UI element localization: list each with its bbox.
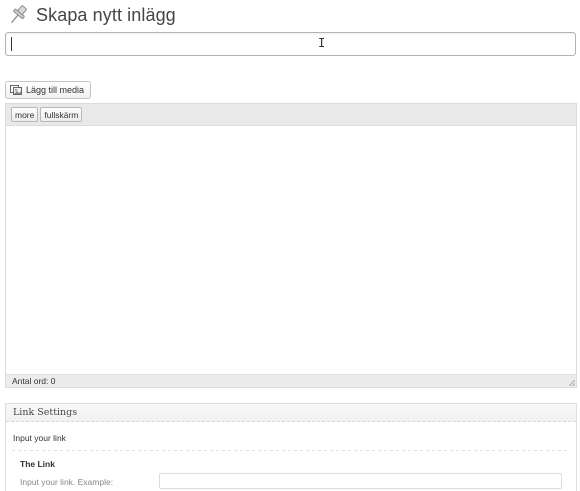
ibeam-cursor-icon: I: [318, 36, 326, 50]
link-section-label: Input your link: [13, 433, 66, 443]
link-field-row: Input your link. Example:: [6, 473, 576, 491]
post-title-input[interactable]: [5, 32, 576, 56]
link-field-description: Input your link. Example:: [20, 477, 114, 487]
page-header: Skapa nytt inlägg: [6, 2, 176, 28]
media-icon: [10, 85, 22, 95]
text-caret: [11, 37, 12, 51]
link-settings-box: Link Settings Input your link The Link I…: [5, 403, 577, 491]
fullscreen-button[interactable]: fullskärm: [40, 107, 83, 122]
resize-handle-icon[interactable]: [569, 380, 575, 386]
editor-toolbar: more fullskärm: [6, 104, 576, 126]
add-media-label: Lägg till media: [26, 85, 85, 95]
page-title: Skapa nytt inlägg: [36, 4, 176, 25]
post-editor: more fullskärm Antal ord: 0: [5, 103, 577, 388]
pushpin-icon: [6, 3, 30, 27]
more-button[interactable]: more: [11, 107, 39, 122]
editor-status-bar: Antal ord: 0: [6, 374, 576, 387]
editor-content-area[interactable]: [6, 126, 576, 374]
link-settings-title[interactable]: Link Settings: [6, 404, 576, 422]
word-count: Antal ord: 0: [12, 376, 56, 386]
link-input[interactable]: [159, 473, 562, 489]
add-media-button[interactable]: Lägg till media: [5, 81, 92, 99]
new-post-page: Skapa nytt inlägg I Lägg till media more…: [0, 0, 580, 491]
link-field-name: The Link: [20, 459, 55, 469]
section-divider: [12, 450, 570, 451]
